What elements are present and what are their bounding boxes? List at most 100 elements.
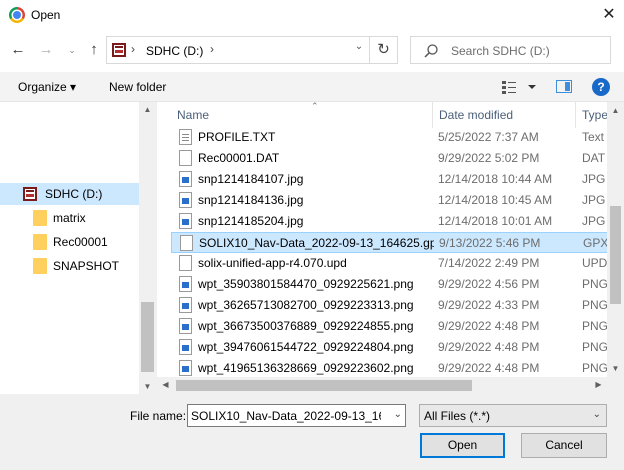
file-row[interactable]: wpt_36265713082700_0929223313.png 9/29/20… (171, 295, 624, 316)
image-file-icon (179, 213, 192, 229)
text-file-icon (179, 129, 192, 145)
scrollbar-thumb[interactable] (141, 302, 154, 372)
image-file-icon (179, 171, 192, 187)
scrollbar-thumb[interactable] (176, 380, 472, 391)
file-type-value: All Files (*.*) (424, 409, 491, 423)
tree-item-rec00001[interactable]: Rec00001 (0, 231, 139, 253)
file-date-modified: 9/13/2022 5:46 PM (439, 236, 541, 250)
tree-item-label: matrix (53, 211, 86, 225)
file-name: solix-unified-app-r4.070.upd (198, 256, 347, 270)
sort-ascending-icon: ⌃ (311, 102, 319, 111)
scroll-left-icon[interactable]: ◀ (157, 380, 174, 389)
tree-item-sdhc[interactable]: SDHC (D:) (0, 183, 139, 205)
scroll-down-icon[interactable]: ▼ (607, 364, 624, 373)
file-name: snp1214185204.jpg (198, 214, 304, 228)
new-folder-button[interactable]: New folder (109, 80, 166, 94)
file-name: wpt_35903801584470_0929225621.png (198, 277, 414, 291)
file-date-modified: 9/29/2022 5:02 PM (438, 151, 540, 165)
back-arrow-icon[interactable]: ← (8, 39, 28, 61)
file-row[interactable]: SOLIX10_Nav-Data_2022-09-13_164625.gpx 9/… (171, 232, 624, 253)
scroll-up-icon[interactable]: ▲ (139, 105, 156, 114)
change-view-icon[interactable] (500, 78, 540, 96)
title-bar: Open ✕ (0, 0, 624, 30)
help-icon[interactable]: ? (592, 78, 610, 96)
scroll-right-icon[interactable]: ▶ (590, 380, 607, 389)
chevron-down-icon[interactable]: ⌄ (394, 409, 402, 420)
navigation-pane-scrollbar[interactable]: ▲ ▼ (139, 102, 156, 394)
file-name: wpt_39476061544722_0929224804.png (198, 340, 414, 354)
file-list-horizontal-scrollbar[interactable]: ◀ ▶ (157, 377, 607, 394)
file-row[interactable]: Rec00001.DAT 9/29/2022 5:02 PM DAT (171, 148, 624, 169)
sd-card-icon (23, 187, 37, 201)
breadcrumb-chevron-icon[interactable]: › (131, 42, 135, 56)
file-date-modified: 12/14/2018 10:44 AM (438, 172, 553, 186)
open-button[interactable]: Open (420, 433, 505, 458)
up-arrow-icon[interactable]: ↑ (84, 39, 104, 61)
refresh-icon[interactable]: ↻ (369, 37, 397, 63)
organize-button[interactable]: Organize ▾ (18, 80, 76, 94)
tree-item-matrix[interactable]: matrix (0, 207, 139, 229)
image-file-icon (179, 318, 192, 334)
file-name: wpt_41965136328669_0929223602.png (198, 361, 414, 375)
file-date-modified: 12/14/2018 10:01 AM (438, 214, 553, 228)
address-bar[interactable]: › SDHC (D:) › ⌄ ↻ (106, 36, 398, 64)
blank-file-icon (180, 235, 193, 251)
recent-locations-chevron-icon[interactable]: ⌄ (62, 39, 82, 61)
file-row[interactable]: snp1214184136.jpg 12/14/2018 10:45 AM JPG … (171, 190, 624, 211)
file-name-label: File name: (130, 409, 187, 423)
close-icon[interactable]: ✕ (594, 0, 624, 30)
file-date-modified: 7/14/2022 2:49 PM (438, 256, 540, 270)
file-row[interactable]: solix-unified-app-r4.070.upd 7/14/2022 2:… (171, 253, 624, 274)
file-name: Rec00001.DAT (198, 151, 280, 165)
file-date-modified: 12/14/2018 10:45 AM (438, 193, 553, 207)
scroll-up-icon[interactable]: ▲ (607, 106, 624, 115)
image-file-icon (179, 297, 192, 313)
file-name: wpt_36673500376889_0929224855.png (198, 319, 414, 333)
column-header-name[interactable]: ⌃ Name (171, 102, 433, 128)
file-date-modified: 9/29/2022 4:48 PM (438, 319, 540, 333)
blank-file-icon (179, 255, 192, 271)
file-row[interactable]: wpt_36673500376889_0929224855.png 9/29/20… (171, 316, 624, 337)
address-dropdown-icon[interactable]: ⌄ (351, 41, 367, 52)
window-title: Open (31, 8, 61, 22)
blank-file-icon (179, 150, 192, 166)
breadcrumb-chevron-icon[interactable]: › (210, 42, 214, 56)
folder-icon (33, 210, 47, 226)
file-name: wpt_36265713082700_0929223313.png (198, 298, 414, 312)
scrollbar-thumb[interactable] (610, 206, 621, 304)
breadcrumb-sdhc[interactable]: SDHC (D:) (146, 44, 203, 58)
cancel-button[interactable]: Cancel (521, 433, 607, 458)
file-name: snp1214184107.jpg (198, 172, 304, 186)
folder-icon (33, 234, 47, 250)
file-row[interactable]: wpt_35903801584470_0929225621.png 9/29/20… (171, 274, 624, 295)
tree-item-label: SDHC (D:) (45, 187, 103, 201)
tree-item-label: SNAPSHOT (53, 259, 120, 273)
file-row[interactable]: PROFILE.TXT 5/25/2022 7:37 AM Text (171, 127, 624, 148)
column-header-type[interactable]: Type (576, 102, 607, 128)
file-row[interactable]: wpt_39476061544722_0929224804.png 9/29/20… (171, 337, 624, 358)
image-file-icon (179, 192, 192, 208)
file-row[interactable]: snp1214184107.jpg 12/14/2018 10:44 AM JPG … (171, 169, 624, 190)
forward-arrow-icon[interactable]: → (36, 39, 56, 61)
file-name: snp1214184136.jpg (198, 193, 304, 207)
file-name-field[interactable]: SOLIX10_Nav-Data_2022-09-13_164625.gpx ⌄ (187, 404, 406, 427)
column-header-date[interactable]: Date modified (433, 102, 576, 128)
chevron-down-icon: ⌄ (592, 409, 601, 420)
tree-item-label: Rec00001 (53, 235, 108, 249)
scroll-down-icon[interactable]: ▼ (139, 382, 156, 391)
sd-card-icon (112, 43, 126, 57)
scrollbar-corner (607, 377, 624, 394)
file-row[interactable]: snp1214185204.jpg 12/14/2018 10:01 AM JPG … (171, 211, 624, 232)
file-date-modified: 9/29/2022 4:33 PM (438, 298, 540, 312)
file-row[interactable]: wpt_41965136328669_0929223602.png 9/29/20… (171, 358, 624, 379)
file-name: PROFILE.TXT (198, 130, 276, 144)
file-date-modified: 9/29/2022 4:48 PM (438, 340, 540, 354)
file-name: SOLIX10_Nav-Data_2022-09-13_164625.gpx (199, 236, 434, 250)
command-bar: Organize ▾ New folder ? (0, 72, 624, 102)
file-type-select[interactable]: All Files (*.*) ⌄ (419, 404, 607, 427)
preview-pane-icon[interactable] (556, 80, 572, 93)
search-box[interactable]: Search SDHC (D:) (410, 36, 611, 64)
tree-item-snapshot[interactable]: SNAPSHOT (0, 255, 139, 277)
file-date-modified: 9/29/2022 4:48 PM (438, 361, 540, 375)
file-list-vertical-scrollbar[interactable]: ▲ ▼ (607, 102, 624, 377)
